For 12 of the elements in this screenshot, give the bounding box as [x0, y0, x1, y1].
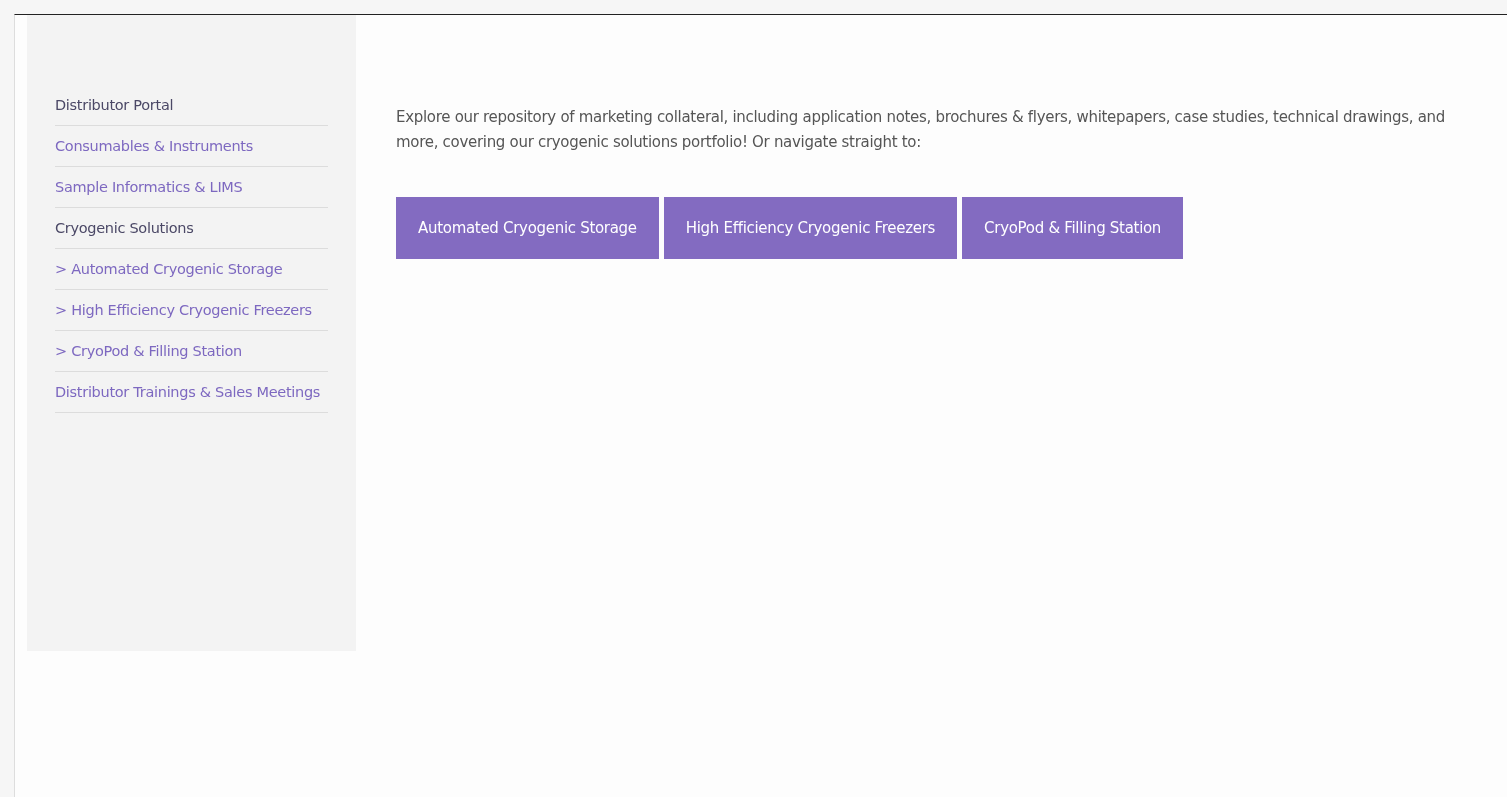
sidebar-link[interactable]: > Automated Cryogenic Storage [55, 260, 324, 278]
sidebar-link[interactable]: Distributor Trainings & Sales Meetings [55, 383, 324, 401]
intro-paragraph: Explore our repository of marketing collateral, including application notes, brochures & flyers, whitepapers, case studies, technical drawings, and more, covering our cryogenic solutions portfolio! Or navigate straight to: [396, 107, 1447, 153]
sidebar-link[interactable]: Distributor Portal [55, 96, 324, 114]
sidebar-link[interactable]: Consumables & Instruments [55, 137, 324, 155]
category-button[interactable]: CryoPod & Filling Station [962, 197, 1184, 259]
sidebar-link[interactable]: Cryogenic Solutions [55, 219, 324, 237]
category-button[interactable]: Automated Cryogenic Storage [396, 197, 659, 259]
category-button[interactable]: High Efficiency Cryogenic Freezers [663, 197, 958, 259]
sidebar-link[interactable]: Sample Informatics & LIMS [55, 178, 324, 196]
sidebar-link[interactable]: > High Efficiency Cryogenic Freezers [55, 301, 324, 319]
sidebar-link[interactable]: > CryoPod & Filling Station [55, 342, 324, 360]
